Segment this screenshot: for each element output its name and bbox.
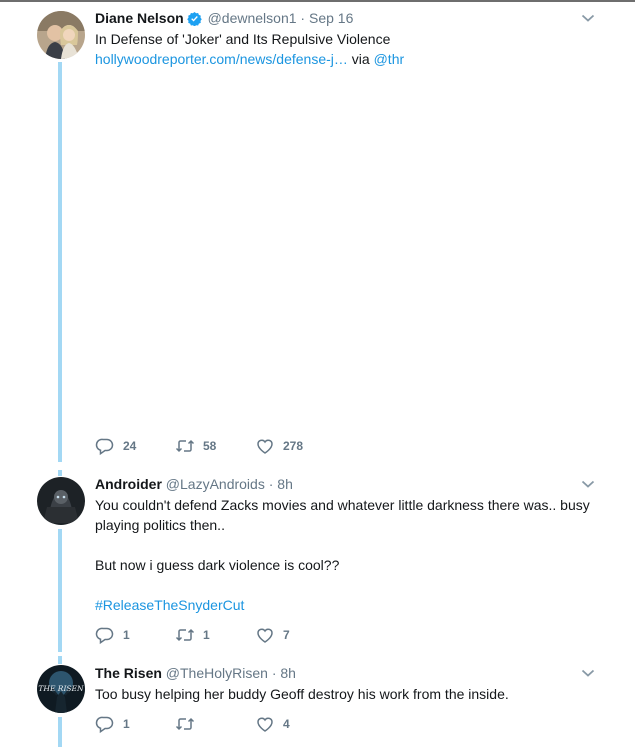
- reply-icon: [95, 716, 114, 734]
- like-icon: [257, 717, 273, 732]
- tweet-androider[interactable]: Androider @LazyAndroids · 8h You couldn'…: [0, 470, 635, 656]
- tweet-text-line: playing politics then..: [95, 517, 225, 533]
- retweet-icon: [175, 717, 195, 731]
- display-name[interactable]: Diane Nelson: [95, 10, 184, 26]
- retweet-button[interactable]: 58: [175, 436, 216, 456]
- like-count: 7: [283, 628, 290, 642]
- tweet-header: Diane Nelson @dewnelson1 · Sep 16: [95, 9, 353, 27]
- like-button[interactable]: 278: [255, 436, 303, 456]
- retweet-count: 58: [203, 439, 217, 453]
- thread-line: [58, 529, 62, 652]
- like-count: 278: [283, 439, 304, 453]
- reply-button[interactable]: 1: [95, 625, 130, 645]
- avatar-diane-nelson[interactable]: [37, 11, 85, 59]
- reply-button[interactable]: 24: [95, 436, 136, 456]
- tweet-header: The Risen @TheHolyRisen · 8h: [95, 664, 296, 682]
- user-handle[interactable]: @TheHolyRisen: [166, 665, 268, 681]
- mention-link[interactable]: @thr: [374, 51, 405, 67]
- tweet-text-line: But now i guess dark violence is cool??: [95, 557, 340, 573]
- tweet-timestamp[interactable]: 8h: [280, 665, 296, 681]
- chevron-down-icon[interactable]: [581, 668, 595, 678]
- retweet-count: 1: [203, 628, 210, 642]
- reply-icon: [95, 627, 114, 645]
- tweet-text: Too busy helping her buddy Geoff destroy…: [95, 684, 605, 704]
- article-link[interactable]: hollywoodreporter.com/news/defense-j…: [95, 51, 348, 67]
- like-count: 4: [283, 717, 290, 731]
- thread-line: [58, 470, 62, 476]
- separator-dot: ·: [271, 665, 277, 681]
- thread-line: [58, 656, 62, 664]
- hashtag-link[interactable]: #ReleaseTheSnyderCut: [95, 595, 605, 615]
- retweet-icon: [175, 439, 195, 453]
- reply-icon: [95, 438, 114, 456]
- tweet-text: You couldn't defend Zacks movies and wha…: [95, 495, 605, 615]
- tweet-the-risen[interactable]: THE RISEN The Risen @TheHolyRisen · 8h T…: [0, 656, 635, 747]
- tweet-text-line: Too busy helping her buddy Geoff destroy…: [95, 686, 509, 702]
- tweet-text-line: You couldn't defend Zacks movies and wha…: [95, 497, 590, 513]
- tweet-timestamp[interactable]: Sep 16: [309, 10, 353, 26]
- chevron-down-icon[interactable]: [581, 479, 595, 489]
- tweet-diane-nelson[interactable]: Diane Nelson @dewnelson1 · Sep 16 In Def…: [0, 0, 635, 470]
- display-name[interactable]: Androider: [95, 476, 162, 492]
- retweet-button[interactable]: [175, 714, 203, 734]
- retweet-icon: [175, 628, 195, 642]
- thread-line: [58, 717, 62, 747]
- separator-dot: ·: [268, 476, 274, 492]
- like-button[interactable]: 4: [255, 714, 290, 734]
- tweet-link-line: hollywoodreporter.com/news/defense-j… vi…: [95, 49, 605, 69]
- via-label: via: [351, 51, 370, 67]
- avatar-logo-text: THE RISEN: [38, 684, 84, 693]
- reply-count: 24: [123, 439, 137, 453]
- reply-count: 1: [123, 628, 130, 642]
- verified-badge-icon: [186, 11, 202, 27]
- like-button[interactable]: 7: [255, 625, 290, 645]
- avatar-the-risen[interactable]: THE RISEN: [37, 665, 85, 713]
- like-icon: [257, 628, 273, 643]
- reply-button[interactable]: 1: [95, 714, 130, 734]
- reply-count: 1: [123, 717, 130, 731]
- tweet-text-line: In Defense of 'Joker' and Its Repulsive …: [95, 31, 391, 47]
- chevron-down-icon[interactable]: [581, 13, 595, 23]
- display-name[interactable]: The Risen: [95, 665, 162, 681]
- user-handle[interactable]: @dewnelson1: [208, 10, 297, 26]
- tweet-timestamp[interactable]: 8h: [277, 476, 293, 492]
- user-handle[interactable]: @LazyAndroids: [166, 476, 265, 492]
- tweet-header: Androider @LazyAndroids · 8h: [95, 475, 293, 493]
- separator-dot: ·: [300, 10, 306, 26]
- thread-line: [58, 62, 62, 462]
- tweet-text: In Defense of 'Joker' and Its Repulsive …: [95, 29, 605, 69]
- retweet-button[interactable]: 1: [175, 625, 210, 645]
- avatar-androider[interactable]: [37, 477, 85, 525]
- like-icon: [257, 439, 273, 454]
